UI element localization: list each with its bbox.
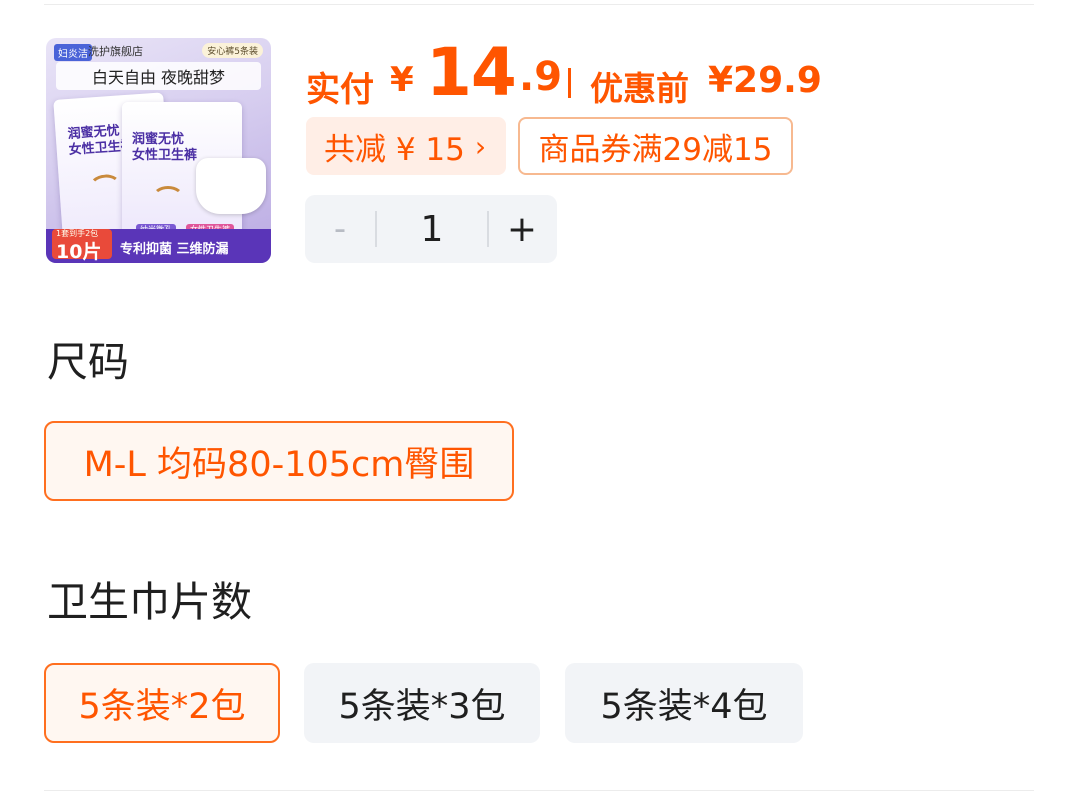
- pad-illustration: [196, 158, 266, 214]
- count-option-2[interactable]: 5条装*3包: [304, 663, 540, 743]
- increase-button[interactable]: +: [487, 195, 557, 263]
- count-option-3[interactable]: 5条装*4包: [565, 663, 803, 743]
- package-text-front: 润蜜无忧 女性卫生裤: [132, 132, 198, 163]
- feature-text: 专利抑菌 三维防漏: [120, 242, 229, 257]
- bottom-divider: [44, 790, 1034, 791]
- quantity-stepper: - 1 +: [305, 195, 557, 263]
- before-discount-label: 优惠前: [590, 69, 689, 108]
- paid-label: 实付: [306, 70, 374, 110]
- price-integer: 14: [426, 34, 517, 111]
- quantity-value[interactable]: 1: [377, 195, 487, 263]
- total-discount-tag[interactable]: 共减 ¥ 15 ›: [306, 117, 506, 175]
- total-discount-label: 共减 ¥ 15: [324, 131, 465, 168]
- count-box: 1套到手2包 10片: [52, 229, 112, 263]
- chevron-right-icon: ›: [474, 129, 487, 163]
- price-row: 实付 ¥ 14 .9 优惠前 ¥29.9: [306, 34, 1006, 114]
- coupon-label: 商品券满29减15: [538, 131, 773, 168]
- currency-symbol: ¥: [390, 60, 414, 100]
- count-label: 10片: [56, 241, 102, 263]
- swirl-icon: [152, 186, 184, 210]
- before-discount-price: ¥29.9: [708, 60, 822, 101]
- image-badge: 安心裤5条装: [202, 43, 263, 58]
- price-separator: [568, 68, 571, 98]
- price-decimal: .9: [519, 54, 563, 100]
- size-option[interactable]: M-L 均码80-105cm臀围: [44, 421, 514, 501]
- coupon-tag[interactable]: 商品券满29减15: [518, 117, 793, 175]
- count-section-title: 卫生巾片数: [47, 578, 252, 626]
- brand-logo: 妇炎洁: [54, 44, 92, 61]
- image-slogan: 白天自由 夜晚甜梦: [56, 62, 261, 90]
- top-divider: [44, 4, 1034, 5]
- store-name: 洗护旗舰店: [88, 45, 143, 58]
- count-option-1[interactable]: 5条装*2包: [44, 663, 280, 743]
- swirl-icon: [88, 173, 123, 200]
- decrease-button[interactable]: -: [305, 195, 375, 263]
- size-section-title: 尺码: [47, 338, 129, 386]
- product-image[interactable]: 妇炎洁 洗护旗舰店 安心裤5条装 白天自由 夜晚甜梦 润蜜无忧 女性卫生裤 润蜜…: [46, 38, 271, 263]
